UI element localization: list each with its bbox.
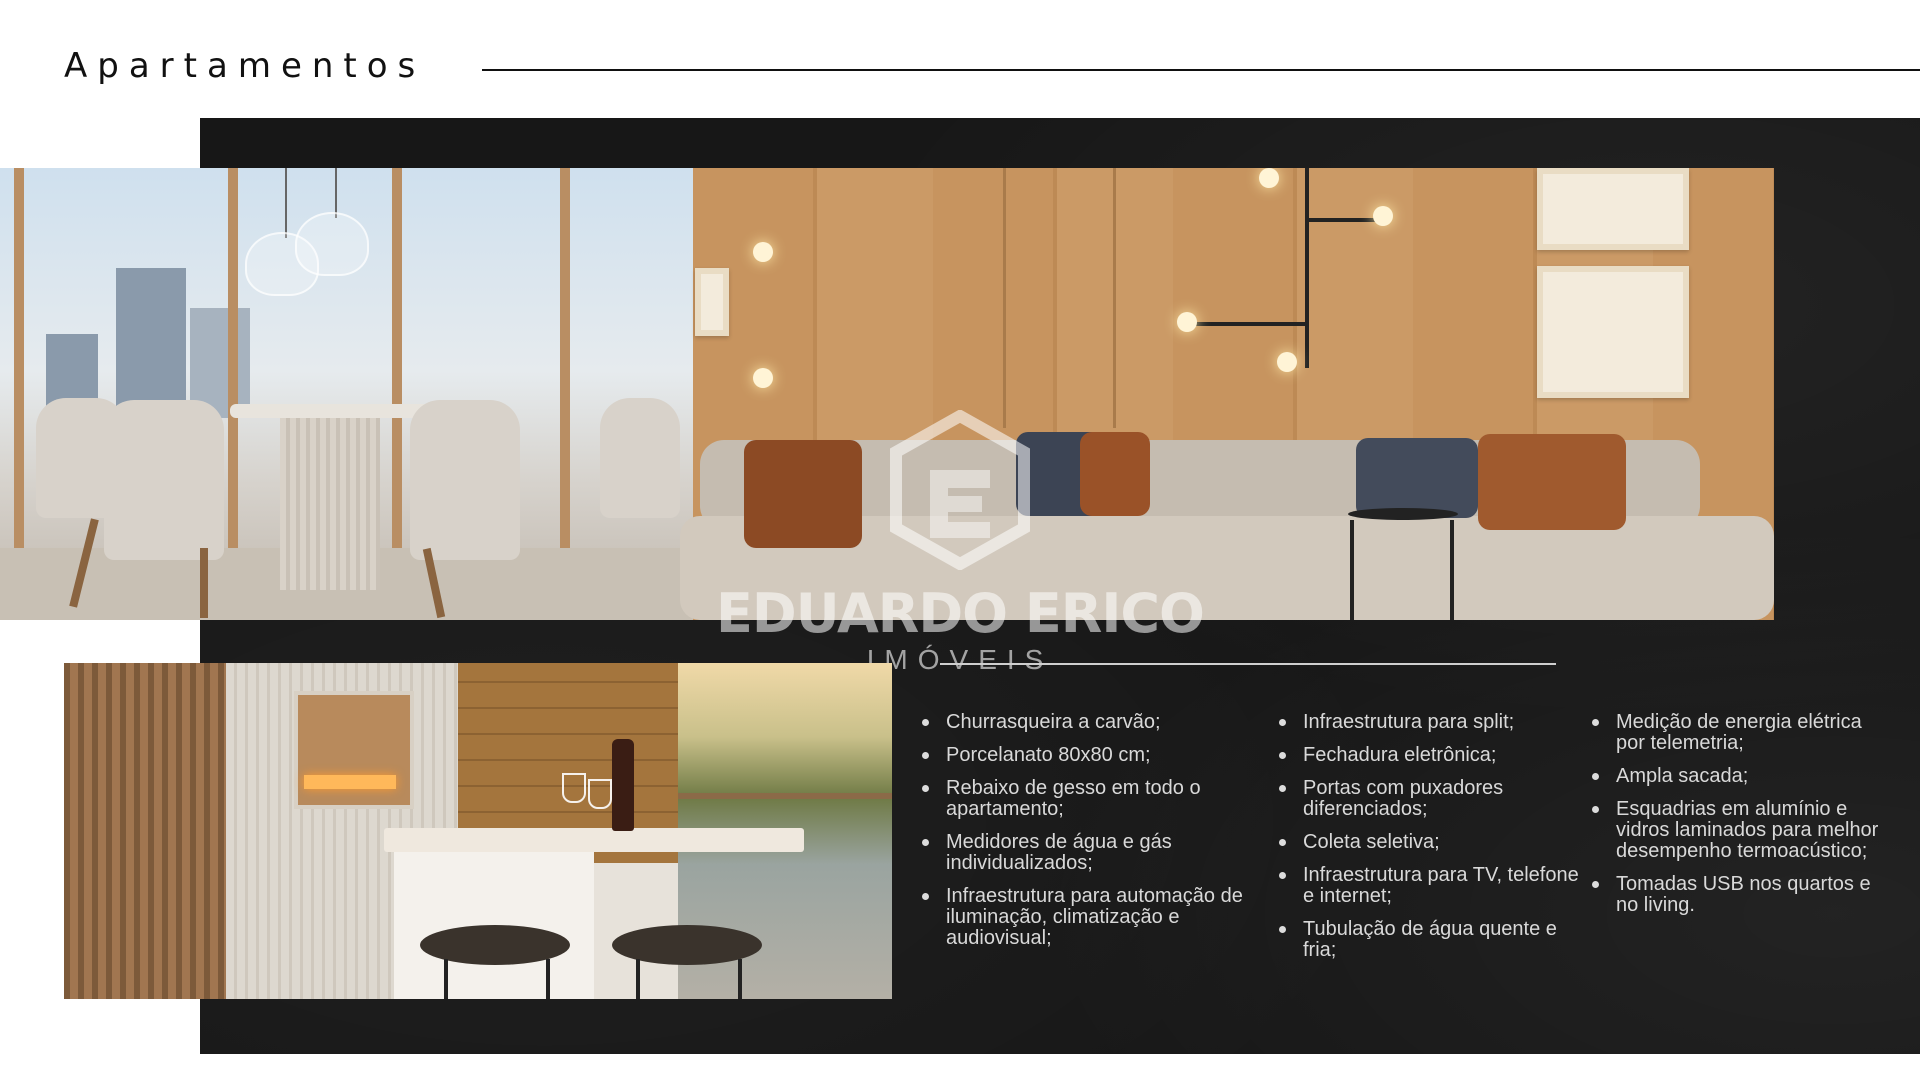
wall-art-frame — [1537, 266, 1689, 398]
wall-art-frame — [695, 268, 729, 336]
lamp-bulb — [1259, 168, 1279, 188]
features-column-2: Infraestrutura para split; Fechadura ele… — [1279, 712, 1579, 973]
feature-item: Tomadas USB nos quartos e no living. — [1592, 874, 1892, 916]
features-column-3: Medição de energia elétrica por telemetr… — [1592, 712, 1892, 928]
sofa-pillow — [1356, 438, 1478, 518]
dining-chair — [410, 400, 520, 560]
side-table — [1348, 508, 1458, 520]
balcony-railing — [678, 793, 892, 799]
brand-logo-icon — [890, 410, 1030, 570]
brand-logo-name: EDUARDO ERICO — [716, 582, 1205, 645]
stool-leg — [444, 959, 448, 999]
dining-table-base — [280, 418, 380, 590]
feature-item: Portas com puxadores diferenciados; — [1279, 778, 1579, 820]
feature-item: Medidores de água e gás individualizados… — [922, 832, 1252, 874]
pendant-wire — [285, 168, 287, 238]
stool-leg — [738, 959, 742, 999]
lamp-bulb — [753, 242, 773, 262]
stool-leg — [546, 959, 550, 999]
feature-item: Ampla sacada; — [1592, 766, 1892, 787]
wall-art-frame — [1537, 168, 1689, 250]
sofa-pillow — [1080, 432, 1150, 516]
pendant-wire — [335, 168, 337, 218]
feature-item: Fechadura eletrônica; — [1279, 745, 1579, 766]
feature-item: Infraestrutura para TV, telefone e inter… — [1279, 865, 1579, 907]
sofa-pillow — [744, 440, 862, 548]
city-building — [116, 268, 186, 418]
feature-item: Infraestrutura para split; — [1279, 712, 1579, 733]
title-divider-line — [482, 69, 1920, 71]
gourmet-balcony-photo — [64, 663, 892, 999]
wood-slat-wall — [64, 663, 226, 999]
side-table-leg — [1350, 520, 1354, 620]
door-edge — [1003, 168, 1006, 428]
feature-item: Tubulação de água quente e fria; — [1279, 919, 1579, 961]
lamp-bulb — [753, 368, 773, 388]
feature-item: Esquadrias em alumínio e vidros laminado… — [1592, 799, 1892, 862]
lamp-bulb — [1373, 206, 1393, 226]
wall-lamp-arm — [1193, 322, 1305, 326]
wine-bottle — [612, 739, 634, 831]
feature-item: Infraestrutura para automação de ilumina… — [922, 886, 1252, 949]
feature-item: Medição de energia elétrica por telemetr… — [1592, 712, 1892, 754]
feature-item: Porcelanato 80x80 cm; — [922, 745, 1252, 766]
dining-chair — [104, 400, 224, 560]
chair-leg — [200, 548, 208, 618]
lamp-bulb — [1177, 312, 1197, 332]
page-title: Apartamentos — [64, 46, 426, 86]
section-divider-line — [940, 663, 1556, 665]
feature-item: Churrasqueira a carvão; — [922, 712, 1252, 733]
door-edge — [1113, 168, 1116, 428]
lamp-bulb — [1277, 352, 1297, 372]
wine-glass — [588, 779, 612, 809]
wine-glass — [562, 773, 586, 803]
feature-item: Rebaixo de gesso em todo o apartamento; — [922, 778, 1252, 820]
sofa-pillow — [1478, 434, 1626, 530]
living-dining-photo — [0, 168, 1774, 620]
wall-lamp-stem — [1305, 168, 1309, 368]
grill-fire — [304, 775, 396, 789]
kitchen-counter — [384, 828, 804, 852]
feature-item: Coleta seletiva; — [1279, 832, 1579, 853]
dining-chair — [600, 398, 680, 518]
pendant-lamp — [295, 212, 369, 276]
side-table-leg — [1450, 520, 1454, 620]
dining-area-image — [0, 168, 693, 620]
stool-leg — [636, 959, 640, 999]
charcoal-grill — [294, 691, 414, 809]
features-column-1: Churrasqueira a carvão; Porcelanato 80x8… — [922, 712, 1252, 961]
